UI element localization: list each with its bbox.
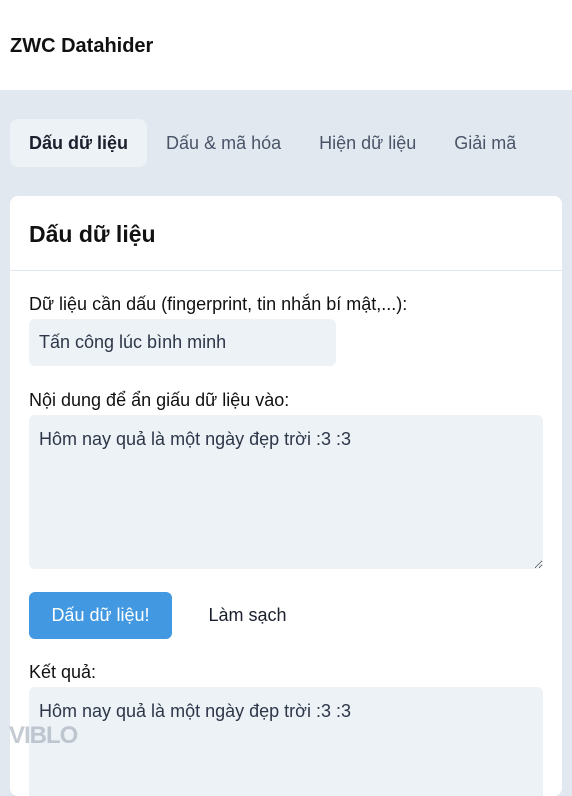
result-label: Kết quả: — [29, 662, 97, 682]
result-textarea[interactable]: Hôm nay quả là một ngày đẹp trời :3 :3 — [29, 687, 543, 796]
cover-text-label: Nội dung để ẩn giấu dữ liệu vào: — [29, 390, 290, 410]
tab-hide-and-encrypt[interactable]: Dấu & mã hóa — [147, 119, 300, 167]
clear-button[interactable]: Làm sạch — [188, 592, 307, 639]
viblo-watermark: VIBLO — [9, 722, 78, 749]
tab-decrypt[interactable]: Giải mã — [435, 119, 535, 167]
tab-reveal-data[interactable]: Hiện dữ liệu — [300, 119, 435, 167]
app-title: ZWC Datahider — [10, 35, 154, 57]
app-header: ZWC Datahider — [0, 0, 572, 90]
cover-text-textarea[interactable]: Hôm nay quả là một ngày đẹp trời :3 :3 — [29, 415, 543, 569]
secret-data-input[interactable] — [29, 319, 336, 366]
tab-bar: Dấu dữ liệu Dấu & mã hóa Hiện dữ liệu Gi… — [10, 119, 535, 167]
card-title: Dấu dữ liệu — [29, 221, 156, 247]
secret-data-label: Dữ liệu cần dấu (fingerprint, tin nhắn b… — [29, 294, 408, 314]
hide-data-button[interactable]: Dấu dữ liệu! — [29, 592, 172, 639]
tab-hide-data[interactable]: Dấu dữ liệu — [10, 119, 148, 167]
card-header: Dấu dữ liệu — [10, 196, 562, 271]
hide-data-card: Dấu dữ liệu Dữ liệu cần dấu (fingerprint… — [10, 196, 562, 796]
